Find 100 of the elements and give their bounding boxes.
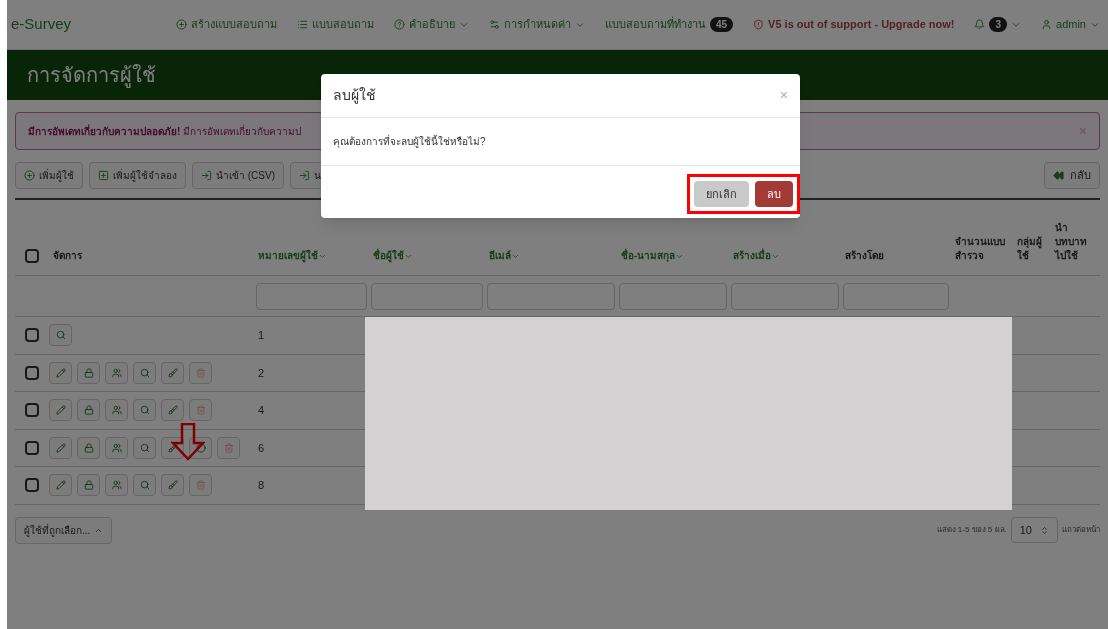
rewind-icon <box>1053 170 1064 181</box>
nav-link[interactable]: แบบสอบถาม <box>296 16 374 33</box>
filter-field[interactable] <box>256 282 367 310</box>
back-button[interactable]: กลับ <box>1044 162 1100 189</box>
page-size-select[interactable]: 10 <box>1010 517 1058 543</box>
table-cell-text: 1 <box>257 328 266 343</box>
filter-field[interactable] <box>619 282 727 310</box>
pagination-info: แสดง 1-5 ของ 5 ผล. <box>936 524 1007 536</box>
close-button[interactable]: × <box>1078 120 1087 142</box>
lock-icon <box>83 442 94 453</box>
search-icon <box>139 442 150 453</box>
plus-circle-icon <box>175 19 187 30</box>
toolbar-button[interactable]: เพิ่มผู้ใช้จำลอง <box>89 162 186 189</box>
action-button[interactable] <box>161 399 184 422</box>
import-icon <box>299 170 310 181</box>
help-icon <box>393 19 405 30</box>
close-button[interactable]: × <box>779 85 788 106</box>
count-badge: 3 <box>989 17 1008 32</box>
action-button[interactable] <box>189 474 212 497</box>
action-button[interactable] <box>105 399 128 422</box>
checkbox[interactable] <box>25 478 39 493</box>
table-cell-text: 6 <box>257 440 266 456</box>
circle-icon <box>195 442 206 453</box>
filter-field[interactable] <box>487 282 615 310</box>
checkbox[interactable] <box>25 328 39 343</box>
action-button[interactable] <box>77 399 100 422</box>
action-button[interactable] <box>77 361 100 384</box>
modal-message: คุณต้องการที่จะลบผู้ใช้นี้ใช่หรือไม่? <box>333 134 486 149</box>
column-header[interactable]: สร้างเมื่อ <box>733 249 780 263</box>
filter-field[interactable] <box>371 282 483 310</box>
action-button[interactable] <box>189 399 212 422</box>
nav-link[interactable]: การกำหนดค่า <box>488 16 585 33</box>
pencil-icon <box>55 367 66 378</box>
nav-link[interactable]: คำอธิบาย <box>393 16 469 33</box>
nav-link[interactable]: admin <box>1041 16 1100 33</box>
users-icon <box>111 367 122 378</box>
nav-link[interactable]: V5 is out of support - Upgrade now! <box>753 16 955 33</box>
action-button[interactable] <box>189 361 212 384</box>
users-icon <box>111 442 122 453</box>
nav-link[interactable]: สร้างแบบสอบถาม <box>175 16 277 33</box>
search-icon <box>55 330 66 341</box>
action-button[interactable] <box>217 436 240 459</box>
action-button[interactable] <box>105 436 128 459</box>
trash-icon <box>195 480 206 491</box>
column-header[interactable]: ชื่อผู้ใช้ <box>373 249 413 263</box>
checkbox[interactable] <box>25 440 39 455</box>
alert-message: มีการอัพเดทเกี่ยวกับความปลอดภัย! มีการอัพเดทเกี่ยวกับความป <box>28 123 302 139</box>
users-icon <box>111 480 122 491</box>
brush-icon <box>167 480 178 491</box>
column-header: จำนวนแบบสำรวจ <box>955 235 1006 263</box>
filter-field[interactable] <box>731 282 839 310</box>
action-button[interactable] <box>49 399 72 422</box>
checkbox[interactable] <box>25 365 39 380</box>
action-button[interactable] <box>133 474 156 497</box>
bulk-action-button[interactable]: ผู้ใช้ที่ถูกเลือก... <box>15 516 113 544</box>
bell-icon <box>974 19 986 30</box>
delete-button[interactable]: ลบ <box>755 181 793 207</box>
column-header: สร้างโดย <box>845 249 884 263</box>
brush-icon <box>167 442 178 453</box>
column-header: กลุ่มผู้ใช้ <box>1017 235 1043 263</box>
action-button[interactable] <box>133 436 156 459</box>
cancel-button[interactable]: ยกเลิก <box>694 181 749 207</box>
nav-link[interactable]: แบบสอบถามที่ทำงาน 45 <box>604 16 734 33</box>
action-button[interactable] <box>49 324 72 347</box>
filter-field[interactable] <box>843 282 949 310</box>
checkbox[interactable] <box>25 403 39 418</box>
table-cell-text: 8 <box>257 478 266 493</box>
pencil-icon <box>55 405 66 416</box>
checkbox[interactable] <box>25 249 39 263</box>
column-header[interactable]: หมายเลขผู้ใช้ <box>258 249 327 263</box>
search-icon <box>139 480 150 491</box>
toolbar-button[interactable]: เพิ่มผู้ใช้ <box>15 162 83 189</box>
lock-icon <box>83 480 94 491</box>
column-header[interactable]: อีเมล์ <box>489 249 520 263</box>
count-badge: 45 <box>709 17 734 32</box>
plus-circle-icon <box>24 170 35 181</box>
action-button[interactable] <box>133 361 156 384</box>
action-button[interactable] <box>49 474 72 497</box>
table-cell-text: 4 <box>257 403 266 418</box>
action-button[interactable] <box>49 436 72 459</box>
column-header[interactable]: ชื่อ-นามสกุล <box>621 249 685 263</box>
column-header: นำบทบาทไปใช้ <box>1055 221 1088 263</box>
action-button[interactable] <box>105 474 128 497</box>
nav-link[interactable]: 3 <box>974 17 1022 32</box>
page-title: การจัดการผู้ใช้ <box>27 63 156 90</box>
action-button[interactable] <box>105 361 128 384</box>
action-button[interactable] <box>161 474 184 497</box>
lock-icon <box>83 367 94 378</box>
shield-icon <box>753 19 765 30</box>
list-icon <box>296 19 308 30</box>
action-button[interactable] <box>161 361 184 384</box>
brand-link[interactable]: e-Survey <box>11 13 72 36</box>
brush-icon <box>167 367 178 378</box>
user-icon <box>1041 19 1053 30</box>
spinner-icon <box>1040 525 1049 535</box>
action-button[interactable] <box>77 474 100 497</box>
action-button[interactable] <box>77 436 100 459</box>
toolbar-button[interactable]: นำเข้า (CSV) <box>192 162 284 189</box>
action-button[interactable] <box>49 361 72 384</box>
action-button[interactable] <box>133 399 156 422</box>
